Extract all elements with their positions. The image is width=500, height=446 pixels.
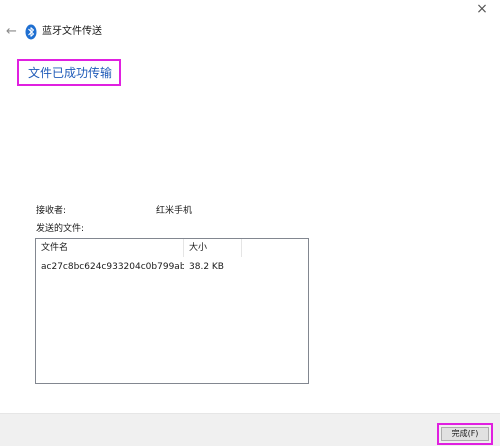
finish-button[interactable]: 完成(F) xyxy=(441,427,489,441)
recipient-label: 接收者: xyxy=(36,206,67,216)
page-title: 文件已成功传输 xyxy=(28,66,113,80)
window-title: 蓝牙文件传送 xyxy=(42,26,102,37)
file-list-header: 文件名 大小 xyxy=(36,239,308,257)
recipient-value: 红米手机 xyxy=(156,206,193,216)
column-header-size[interactable]: 大小 xyxy=(184,239,242,257)
finish-button-highlight: 完成(F) xyxy=(437,423,493,445)
back-arrow-icon[interactable]: ← xyxy=(6,24,17,40)
window-header: ← 蓝牙文件传送 xyxy=(0,22,500,44)
files-label: 发送的文件: xyxy=(36,224,85,234)
table-row[interactable]: ac27c8bc624c933204c0b799ab... 38.2 KB xyxy=(36,259,308,275)
file-list[interactable]: 文件名 大小 ac27c8bc624c933204c0b799ab... 38.… xyxy=(35,238,309,384)
file-size-cell: 38.2 KB xyxy=(189,262,224,272)
close-icon[interactable]: × xyxy=(470,0,494,20)
bluetooth-icon xyxy=(25,24,37,40)
column-header-filename[interactable]: 文件名 xyxy=(36,239,184,257)
file-name-cell: ac27c8bc624c933204c0b799ab... xyxy=(41,262,184,272)
footer-bar: 完成(F) xyxy=(0,413,500,446)
heading-highlight: 文件已成功传输 xyxy=(17,59,121,86)
